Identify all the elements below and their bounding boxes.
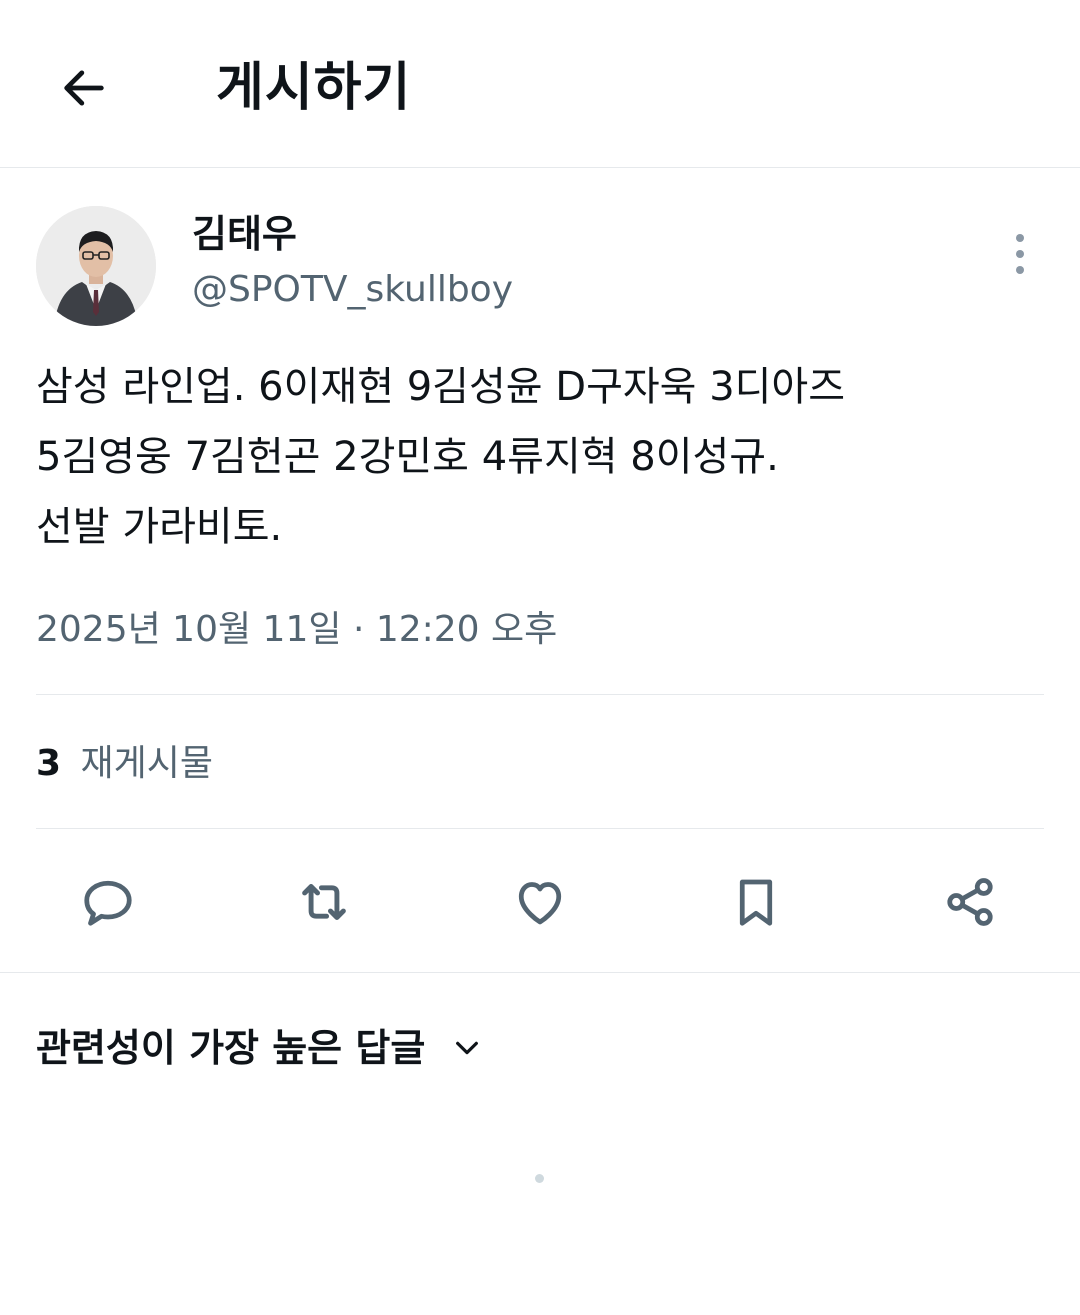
like-button[interactable] xyxy=(506,868,574,936)
author-handle[interactable]: @SPOTV_skullboy xyxy=(192,266,513,314)
reply-sort-dropdown[interactable]: 관련성이 가장 높은 답글 xyxy=(36,1018,485,1078)
reply-button[interactable] xyxy=(74,868,142,936)
top-bar: 게시하기 xyxy=(0,0,1080,168)
avatar-photo xyxy=(36,206,156,326)
divider xyxy=(0,972,1080,973)
meta-separator: · xyxy=(352,609,365,650)
repost-button[interactable] xyxy=(290,868,358,936)
back-button[interactable] xyxy=(52,56,116,120)
chevron-down-icon xyxy=(449,1030,485,1066)
post-text: 삼성 라인업. 6이재현 9김성윤 D구자욱 3디아즈 5김영웅 7김헌곤 2강… xyxy=(36,352,1046,562)
more-vertical-icon xyxy=(1016,234,1024,274)
loading-indicator xyxy=(535,1174,544,1183)
share-button[interactable] xyxy=(936,868,1004,936)
post-text-line: 삼성 라인업. 6이재현 9김성윤 D구자욱 3디아즈 xyxy=(36,364,846,410)
bookmark-icon xyxy=(739,879,773,926)
reply-sort-label: 관련성이 가장 높은 답글 xyxy=(36,1026,426,1070)
share-icon xyxy=(947,878,993,926)
post-timestamp[interactable]: 2025년 10월 11일 · 12:20 오후 xyxy=(36,604,557,656)
avatar[interactable] xyxy=(36,206,156,326)
post-date: 2025년 10월 11일 xyxy=(36,609,342,650)
repost-icon xyxy=(302,884,346,920)
bookmark-button[interactable] xyxy=(722,868,790,936)
divider xyxy=(36,828,1044,829)
page-title: 게시하기 xyxy=(216,58,412,118)
post-time: 12:20 오후 xyxy=(375,609,558,650)
repost-count: 3 xyxy=(36,743,62,784)
more-options-button[interactable] xyxy=(996,226,1044,282)
comment-icon xyxy=(84,880,132,926)
repost-label: 재게시물 xyxy=(80,743,213,784)
author-name[interactable]: 김태우 xyxy=(192,210,297,258)
repost-stats[interactable]: 3 재게시물 xyxy=(36,738,213,790)
post-text-line: 선발 가라비토. xyxy=(36,504,283,550)
arrow-left-icon xyxy=(64,70,104,106)
heart-icon xyxy=(518,882,562,925)
post-text-line: 5김영웅 7김헌곤 2강민호 4류지혁 8이성규. xyxy=(36,434,779,480)
divider xyxy=(36,694,1044,695)
